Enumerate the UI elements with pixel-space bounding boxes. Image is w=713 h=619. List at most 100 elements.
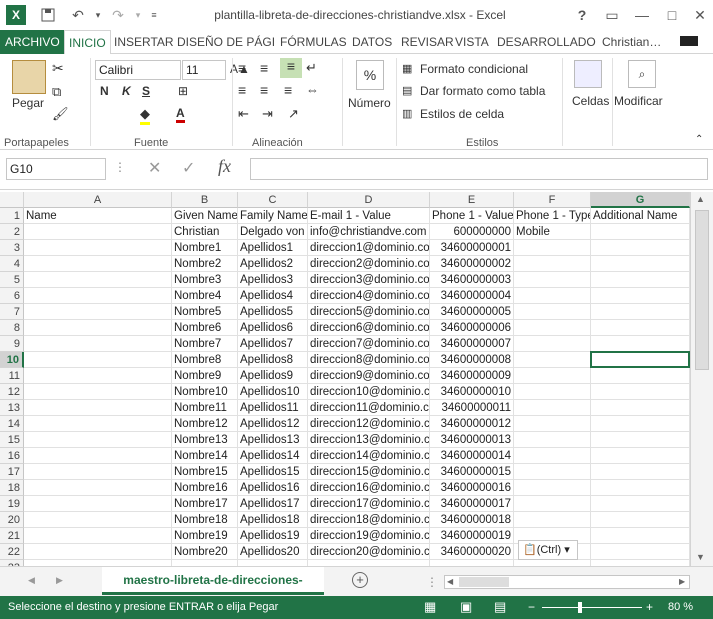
minimize-icon[interactable]: — — [630, 4, 654, 26]
cell[interactable] — [514, 480, 591, 496]
cell[interactable]: Nombre16 — [172, 480, 238, 496]
cell[interactable] — [24, 336, 172, 352]
cell[interactable] — [24, 544, 172, 560]
cell[interactable]: 34600000015 — [430, 464, 514, 480]
sheet-tab[interactable]: maestro-libreta-de-direcciones- — [102, 567, 324, 595]
cell[interactable] — [24, 496, 172, 512]
cell[interactable]: Apellidos9 — [238, 368, 308, 384]
cell[interactable] — [591, 288, 690, 304]
cell[interactable] — [514, 432, 591, 448]
cell[interactable] — [24, 288, 172, 304]
cell[interactable] — [24, 448, 172, 464]
row-header[interactable]: 5 — [0, 272, 24, 288]
cell[interactable]: direccion6@dominio.com — [308, 320, 430, 336]
scroll-left-icon[interactable]: ◀ — [447, 577, 453, 586]
cell[interactable]: direccion4@dominio.com — [308, 288, 430, 304]
cell[interactable] — [591, 240, 690, 256]
cell[interactable]: direccion5@dominio.com — [308, 304, 430, 320]
underline-button[interactable]: S — [142, 84, 150, 98]
cell[interactable] — [514, 288, 591, 304]
cell[interactable]: 34600000019 — [430, 528, 514, 544]
cell[interactable] — [24, 352, 172, 368]
cell[interactable] — [591, 528, 690, 544]
align-left-icon[interactable]: ≡ — [238, 82, 246, 98]
orientation-icon[interactable]: ↗ — [288, 106, 299, 122]
cell[interactable]: Apellidos6 — [238, 320, 308, 336]
cell[interactable] — [591, 320, 690, 336]
font-name-select[interactable]: Calibri — [95, 60, 181, 80]
row-header[interactable]: 3 — [0, 240, 24, 256]
row-header[interactable]: 20 — [0, 512, 24, 528]
row-header[interactable]: 4 — [0, 256, 24, 272]
cell[interactable]: direccion20@dominio.com — [308, 544, 430, 560]
cell[interactable]: Delgado von — [238, 224, 308, 240]
cell[interactable]: 34600000009 — [430, 368, 514, 384]
cell[interactable]: Nombre13 — [172, 432, 238, 448]
cell[interactable] — [24, 368, 172, 384]
cell[interactable]: direccion16@dominio.com — [308, 480, 430, 496]
cell[interactable] — [24, 416, 172, 432]
cell[interactable]: Nombre7 — [172, 336, 238, 352]
cell[interactable] — [514, 240, 591, 256]
row-header[interactable]: 7 — [0, 304, 24, 320]
fill-color-icon[interactable]: ◆ — [140, 106, 150, 125]
cell[interactable]: Apellidos13 — [238, 432, 308, 448]
cell[interactable] — [24, 320, 172, 336]
cell[interactable]: 600000000 — [430, 224, 514, 240]
cell[interactable]: direccion1@dominio.com — [308, 240, 430, 256]
cell[interactable]: Apellidos15 — [238, 464, 308, 480]
row-header[interactable]: 17 — [0, 464, 24, 480]
cells-button[interactable]: Celdas — [572, 94, 609, 108]
column-header-e[interactable]: E — [430, 192, 514, 208]
modify-button[interactable]: Modificar — [614, 94, 663, 108]
active-cell-cursor[interactable] — [590, 351, 690, 368]
paste-options-tag[interactable]: 📋(Ctrl) ▾ — [518, 540, 578, 560]
cell[interactable]: direccion18@dominio.com — [308, 512, 430, 528]
cell[interactable] — [514, 448, 591, 464]
formula-input[interactable] — [250, 158, 708, 180]
cell[interactable] — [24, 272, 172, 288]
column-header-a[interactable]: A — [24, 192, 172, 208]
enter-icon[interactable]: ✓ — [182, 158, 195, 178]
cell[interactable]: Apellidos20 — [238, 544, 308, 560]
cell[interactable]: Family Name — [238, 208, 308, 224]
name-box[interactable]: G10 — [6, 158, 106, 180]
bold-button[interactable]: N — [100, 84, 109, 98]
cell[interactable]: 34600000002 — [430, 256, 514, 272]
column-header-d[interactable]: D — [308, 192, 430, 208]
user-account[interactable]: Christian… — [598, 30, 665, 54]
ribbon-display-icon[interactable]: ▭ — [600, 4, 624, 26]
zoom-level[interactable]: 80 % — [668, 601, 693, 613]
cell[interactable]: Phone 1 - Value — [430, 208, 514, 224]
cell[interactable] — [591, 304, 690, 320]
column-header-g[interactable]: G — [591, 192, 690, 208]
cell-styles-button[interactable]: Estilos de celda — [420, 107, 504, 121]
format-as-table-button[interactable]: Dar formato como tabla — [420, 84, 545, 98]
hscroll-thumb[interactable] — [459, 577, 509, 587]
help-icon[interactable]: ? — [570, 4, 594, 26]
cell[interactable]: 34600000006 — [430, 320, 514, 336]
cell[interactable]: Nombre1 — [172, 240, 238, 256]
cell[interactable]: direccion12@dominio.com — [308, 416, 430, 432]
cell[interactable] — [591, 368, 690, 384]
align-middle-icon[interactable]: ≡ — [260, 60, 268, 76]
cell[interactable] — [591, 336, 690, 352]
row-header[interactable]: 14 — [0, 416, 24, 432]
cell[interactable] — [24, 480, 172, 496]
cell[interactable]: 34600000005 — [430, 304, 514, 320]
cell[interactable]: Name — [24, 208, 172, 224]
cell[interactable]: 34600000008 — [430, 352, 514, 368]
cell[interactable]: Nombre20 — [172, 544, 238, 560]
page-break-view-icon[interactable]: ▤ — [494, 599, 506, 615]
cell[interactable] — [591, 448, 690, 464]
horizontal-scrollbar[interactable]: ◀ ▶ — [444, 575, 690, 589]
paste-icon[interactable] — [12, 60, 46, 94]
percent-format-button[interactable]: % — [356, 60, 384, 90]
cell[interactable]: E-mail 1 - Value — [308, 208, 430, 224]
column-header-f[interactable]: F — [514, 192, 591, 208]
cell[interactable]: Nombre6 — [172, 320, 238, 336]
cell[interactable]: Nombre3 — [172, 272, 238, 288]
scroll-thumb[interactable] — [695, 210, 709, 370]
cell[interactable]: 34600000014 — [430, 448, 514, 464]
cell[interactable]: Nombre17 — [172, 496, 238, 512]
